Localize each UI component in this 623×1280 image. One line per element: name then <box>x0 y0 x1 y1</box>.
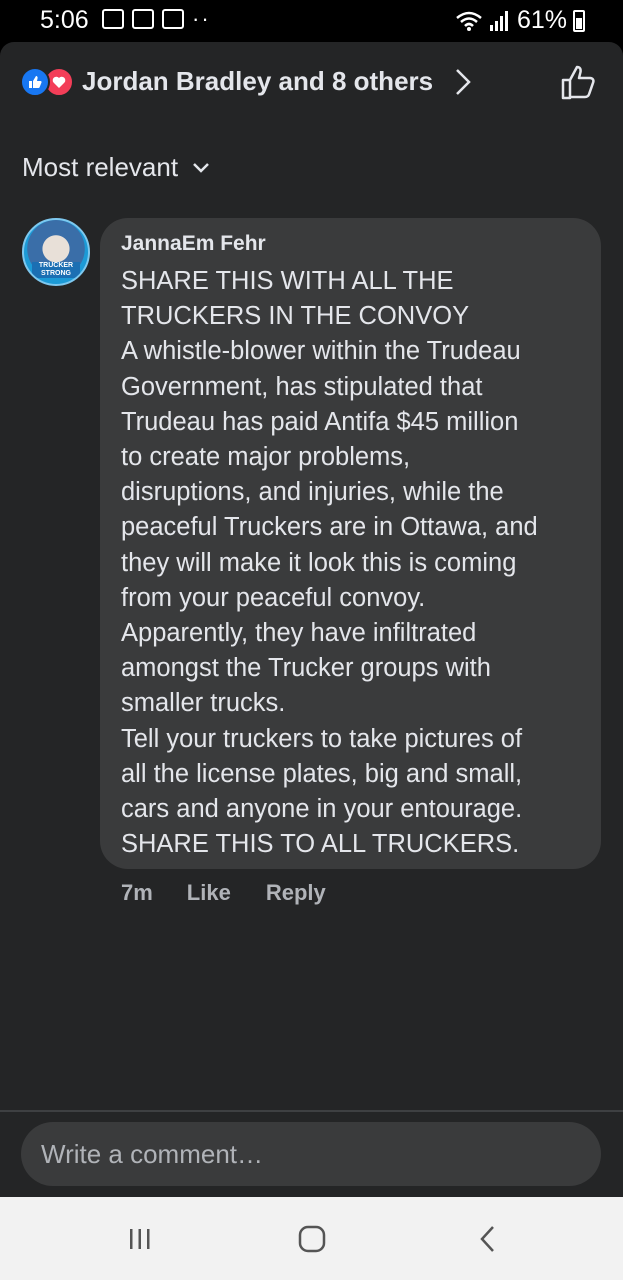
comment-line: smaller trucks. <box>121 689 286 718</box>
recent-apps-button[interactable] <box>115 1219 165 1259</box>
comment-line: disruptions, and injuries, while the <box>121 478 504 507</box>
back-icon <box>480 1226 494 1252</box>
comment-line: all the license plates, big and small, <box>121 759 523 788</box>
comment-line: from your peaceful convoy. <box>121 583 426 612</box>
reactions-summary[interactable]: Jordan Bradley and 8 others <box>20 66 471 97</box>
more-notifications-icon: ·· <box>192 6 211 31</box>
comment-line: peaceful Truckers are in Ottawa, and <box>121 513 538 542</box>
battery-percent: 61% <box>516 6 567 34</box>
gallery-notification-icon <box>102 9 124 29</box>
comment-line: cars and anyone in your entourage. <box>121 795 523 824</box>
system-nav-bar <box>0 1197 623 1280</box>
comment-actions: 7m Like Reply <box>121 880 326 906</box>
home-icon <box>298 1225 326 1253</box>
comment-reply-button[interactable]: Reply <box>266 880 326 906</box>
avatar-badge-text: TRUCKER STRONG <box>32 262 80 278</box>
chevron-down-icon <box>193 162 209 173</box>
comment-author[interactable]: JannaEm Fehr <box>121 232 581 256</box>
composer-divider <box>0 1110 623 1112</box>
comment-line: SHARE THIS TO ALL TRUCKERS. <box>121 830 520 859</box>
comment-line: A whistle-blower within the Trudeau <box>121 337 521 366</box>
comments-panel: Jordan Bradley and 8 others Most relevan… <box>0 42 623 1197</box>
recent-apps-icon <box>130 1229 150 1249</box>
battery-icon <box>573 9 585 32</box>
wifi-icon <box>456 11 482 31</box>
comment-line: TRUCKERS IN THE CONVOY <box>121 302 470 331</box>
status-bar: 5:06 ·· 61% <box>0 0 623 42</box>
screenshot-notification-icon <box>162 9 184 29</box>
comment-line: Tell your truckers to take pictures of <box>121 724 523 753</box>
comment-text: SHARE THIS WITH ALL THE TRUCKERS IN THE C… <box>121 264 581 862</box>
like-post-button[interactable] <box>559 64 597 102</box>
comment-line: Government, has stipulated that <box>121 372 483 401</box>
notification-icons: ·· <box>102 6 211 31</box>
reactors-text: Jordan Bradley and 8 others <box>82 66 434 96</box>
status-time: 5:06 <box>40 6 89 34</box>
home-button[interactable] <box>287 1219 337 1259</box>
comment-line: Apparently, they have infiltrated <box>121 619 477 648</box>
sort-label: Most relevant <box>22 152 179 182</box>
chevron-right-icon <box>456 68 471 95</box>
comment-like-button[interactable]: Like <box>187 880 231 906</box>
comment-line: amongst the Trucker groups with <box>121 654 491 683</box>
comment-bubble[interactable]: JannaEm Fehr SHARE THIS WITH ALL THE TRUC… <box>100 218 601 869</box>
like-reaction-icon <box>20 66 50 97</box>
comment-line: Trudeau has paid Antifa $45 million <box>121 407 519 436</box>
back-button[interactable] <box>463 1219 513 1259</box>
avatar[interactable]: TRUCKER STRONG <box>22 218 90 286</box>
comment-input[interactable] <box>21 1122 601 1186</box>
comment-timestamp[interactable]: 7m <box>121 880 153 906</box>
comment-line: they will make it look this is coming <box>121 548 517 577</box>
comment-line: SHARE THIS WITH ALL THE <box>121 267 454 295</box>
app-notification-icon <box>132 9 154 29</box>
comment-line: to create major problems, <box>121 443 411 472</box>
signal-icon <box>489 10 508 31</box>
sort-dropdown[interactable]: Most relevant <box>22 152 210 183</box>
